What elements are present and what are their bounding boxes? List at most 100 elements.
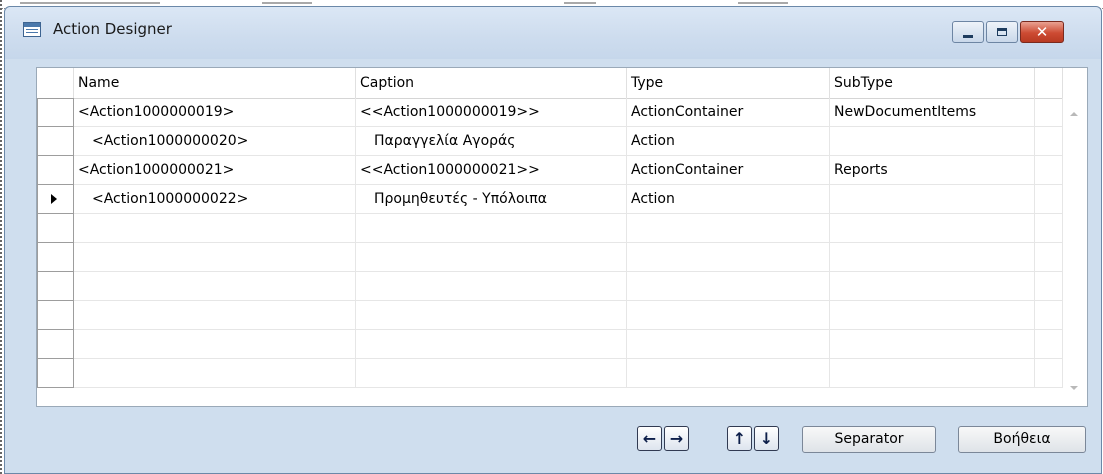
scroll-up-icon[interactable] [1070, 112, 1078, 116]
row-selector[interactable] [37, 156, 74, 185]
table-row[interactable] [37, 214, 1063, 243]
cell-filler [1035, 359, 1063, 388]
column-header-caption[interactable]: Caption [356, 68, 627, 98]
minimize-icon [963, 34, 973, 38]
separator-button[interactable]: Separator [802, 426, 936, 453]
maximize-button[interactable] [986, 21, 1018, 43]
cell-filler [1035, 214, 1063, 243]
arrow-left-icon: ← [642, 428, 657, 448]
header-selector-cell [37, 68, 74, 98]
cell-subtype[interactable] [830, 301, 1035, 330]
cell-filler [1035, 301, 1063, 330]
cell-subtype[interactable] [830, 243, 1035, 272]
title-bar[interactable]: Action Designer ✕ [5, 7, 1101, 59]
cell-name[interactable]: <Action1000000019> [74, 98, 356, 127]
column-header-name[interactable]: Name [74, 68, 356, 98]
table-row[interactable] [37, 243, 1063, 272]
cell-type[interactable]: ActionContainer [627, 98, 830, 127]
row-selector[interactable] [37, 98, 74, 127]
cell-subtype[interactable]: Reports [830, 156, 1035, 185]
cell-filler [1035, 185, 1063, 214]
cell-filler [1035, 272, 1063, 301]
cell-type[interactable] [627, 330, 830, 359]
move-left-button[interactable]: ← [637, 426, 662, 451]
row-selector[interactable] [37, 127, 74, 156]
cell-filler [1035, 156, 1063, 185]
cell-subtype[interactable] [830, 330, 1035, 359]
maximize-icon [997, 28, 1007, 36]
cell-caption[interactable]: <<Action1000000021>> [356, 156, 627, 185]
cell-caption[interactable]: Παραγγελία Αγοράς [356, 127, 627, 156]
cell-type[interactable]: Action [627, 127, 830, 156]
cell-caption[interactable] [356, 243, 627, 272]
cell-name[interactable]: <Action1000000021> [74, 156, 356, 185]
table-row[interactable] [37, 359, 1063, 388]
move-right-button[interactable]: → [664, 426, 689, 451]
move-down-button[interactable]: ↓ [754, 426, 779, 451]
row-selector[interactable] [37, 185, 74, 214]
cell-filler [1035, 98, 1063, 127]
table-row[interactable] [37, 330, 1063, 359]
minimize-button[interactable] [952, 21, 984, 43]
cell-subtype[interactable] [830, 185, 1035, 214]
cell-subtype[interactable] [830, 359, 1035, 388]
cell-type[interactable] [627, 243, 830, 272]
table-row[interactable]: <Action1000000019> <<Action1000000019>> Ac… [37, 98, 1063, 127]
cell-caption[interactable]: Προμηθευτές - Υπόλοιπα [356, 185, 627, 214]
table-row[interactable]: <Action1000000020> Παραγγελία Αγοράς Actio… [37, 127, 1063, 156]
cell-name[interactable] [74, 330, 356, 359]
cell-subtype[interactable]: NewDocumentItems [830, 98, 1035, 127]
arrow-up-icon: ↑ [732, 428, 747, 448]
row-selector[interactable] [37, 359, 74, 388]
cell-caption[interactable] [356, 272, 627, 301]
cell-caption[interactable]: <<Action1000000019>> [356, 98, 627, 127]
row-selector[interactable] [37, 243, 74, 272]
table-row[interactable] [37, 301, 1063, 330]
cell-filler [1035, 127, 1063, 156]
cell-caption[interactable] [356, 301, 627, 330]
cell-subtype[interactable] [830, 214, 1035, 243]
cell-type[interactable]: Action [627, 185, 830, 214]
cell-filler [1035, 330, 1063, 359]
cell-type[interactable]: ActionContainer [627, 156, 830, 185]
cell-subtype[interactable] [830, 127, 1035, 156]
cell-type[interactable] [627, 214, 830, 243]
table-icon [23, 22, 41, 37]
cell-caption[interactable] [356, 330, 627, 359]
cell-name[interactable]: <Action1000000020> [74, 127, 356, 156]
cell-subtype[interactable] [830, 272, 1035, 301]
cell-name[interactable] [74, 214, 356, 243]
column-header-type[interactable]: Type [627, 68, 830, 98]
row-selector[interactable] [37, 272, 74, 301]
cell-name[interactable] [74, 301, 356, 330]
table-row[interactable]: <Action1000000022> Προμηθευτές - Υπόλοιπα… [37, 185, 1063, 214]
cell-type[interactable] [627, 272, 830, 301]
cell-name[interactable] [74, 359, 356, 388]
table-row[interactable]: <Action1000000021> <<Action1000000021>> Ac… [37, 156, 1063, 185]
move-up-button[interactable]: ↑ [727, 426, 752, 451]
cell-type[interactable] [627, 359, 830, 388]
header-filler-cell [1035, 68, 1063, 98]
scroll-down-icon[interactable] [1070, 386, 1078, 390]
cell-name[interactable] [74, 272, 356, 301]
close-icon: ✕ [1035, 23, 1049, 41]
arrow-down-icon: ↓ [759, 428, 774, 448]
close-button[interactable]: ✕ [1020, 21, 1064, 43]
table-row[interactable] [37, 272, 1063, 301]
current-row-icon [51, 194, 57, 204]
column-header-subtype[interactable]: SubType [830, 68, 1035, 98]
row-selector[interactable] [37, 301, 74, 330]
cell-name[interactable] [74, 243, 356, 272]
actions-grid[interactable]: Name Caption Type SubType <Action1000000… [36, 67, 1088, 407]
cell-caption[interactable] [356, 359, 627, 388]
cell-type[interactable] [627, 301, 830, 330]
vertical-scrollbar[interactable] [1063, 98, 1087, 406]
row-selector[interactable] [37, 214, 74, 243]
window-title: Action Designer [53, 20, 172, 38]
row-selector[interactable] [37, 330, 74, 359]
cell-caption[interactable] [356, 214, 627, 243]
cell-filler [1035, 243, 1063, 272]
help-button[interactable]: Βοήθεια [958, 426, 1086, 453]
action-designer-window: Action Designer ✕ Name Caption Type SubT… [4, 6, 1102, 474]
cell-name[interactable]: <Action1000000022> [74, 185, 356, 214]
